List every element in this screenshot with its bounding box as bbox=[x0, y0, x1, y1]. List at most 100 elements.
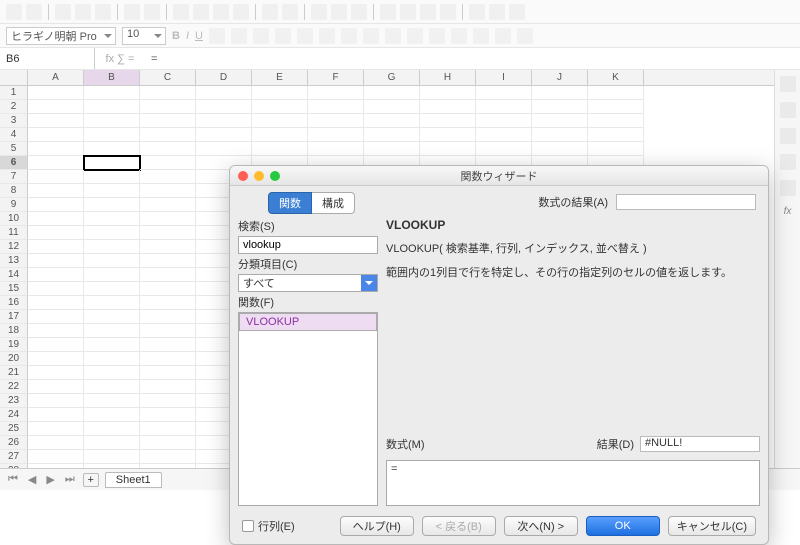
cell[interactable] bbox=[196, 86, 252, 100]
row-header[interactable]: 20 bbox=[0, 352, 28, 366]
row-header[interactable]: 11 bbox=[0, 226, 28, 240]
cell[interactable] bbox=[28, 450, 84, 464]
cell[interactable] bbox=[532, 128, 588, 142]
column-header[interactable]: G bbox=[364, 70, 420, 85]
cell[interactable] bbox=[84, 226, 140, 240]
toolbar-icon[interactable] bbox=[509, 4, 525, 20]
formula-icons[interactable]: fx ∑ = bbox=[95, 53, 145, 65]
cell[interactable] bbox=[28, 268, 84, 282]
cell[interactable] bbox=[140, 352, 196, 366]
row-header[interactable]: 14 bbox=[0, 268, 28, 282]
toolbar-icon[interactable] bbox=[440, 4, 456, 20]
cell[interactable] bbox=[196, 128, 252, 142]
array-checkbox[interactable]: 行列(E) bbox=[242, 518, 295, 534]
row-header[interactable]: 26 bbox=[0, 436, 28, 450]
format-icon[interactable] bbox=[407, 28, 423, 44]
cell[interactable] bbox=[84, 450, 140, 464]
search-input[interactable] bbox=[238, 236, 378, 254]
format-icon[interactable] bbox=[495, 28, 511, 44]
format-icon[interactable] bbox=[429, 28, 445, 44]
close-icon[interactable] bbox=[238, 171, 248, 181]
cell[interactable] bbox=[140, 464, 196, 468]
cell[interactable] bbox=[252, 128, 308, 142]
cell[interactable] bbox=[252, 114, 308, 128]
row-header[interactable]: 12 bbox=[0, 240, 28, 254]
cell[interactable] bbox=[140, 282, 196, 296]
row-header[interactable]: 18 bbox=[0, 324, 28, 338]
sidepanel-icon[interactable] bbox=[780, 180, 796, 196]
category-select[interactable]: すべて bbox=[238, 274, 378, 292]
cell[interactable] bbox=[84, 198, 140, 212]
column-header[interactable]: J bbox=[532, 70, 588, 85]
cell[interactable] bbox=[140, 436, 196, 450]
cell[interactable] bbox=[140, 100, 196, 114]
cell[interactable] bbox=[84, 352, 140, 366]
toolbar-icon[interactable] bbox=[233, 4, 249, 20]
row-header[interactable]: 21 bbox=[0, 366, 28, 380]
format-icon[interactable] bbox=[451, 28, 467, 44]
add-sheet-button[interactable]: + bbox=[83, 473, 99, 487]
toolbar-icon[interactable] bbox=[351, 4, 367, 20]
row-header[interactable]: 24 bbox=[0, 408, 28, 422]
row-header[interactable]: 8 bbox=[0, 184, 28, 198]
toolbar-icon[interactable] bbox=[213, 4, 229, 20]
cell[interactable] bbox=[588, 86, 644, 100]
select-all-corner[interactable] bbox=[0, 70, 28, 85]
cell[interactable] bbox=[140, 86, 196, 100]
cell[interactable] bbox=[252, 100, 308, 114]
cell[interactable] bbox=[140, 296, 196, 310]
cell[interactable] bbox=[84, 436, 140, 450]
cell[interactable] bbox=[420, 100, 476, 114]
cell[interactable] bbox=[588, 128, 644, 142]
minimize-icon[interactable] bbox=[254, 171, 264, 181]
cell[interactable] bbox=[28, 128, 84, 142]
cell[interactable] bbox=[308, 128, 364, 142]
sidepanel-icon[interactable] bbox=[780, 128, 796, 144]
cell[interactable] bbox=[364, 128, 420, 142]
cell[interactable] bbox=[84, 114, 140, 128]
toolbar-icon[interactable] bbox=[380, 4, 396, 20]
format-icon[interactable] bbox=[297, 28, 313, 44]
row-header[interactable]: 4 bbox=[0, 128, 28, 142]
row-header[interactable]: 10 bbox=[0, 212, 28, 226]
cell[interactable] bbox=[84, 366, 140, 380]
sidepanel-icon[interactable] bbox=[780, 154, 796, 170]
sheet-prev-icon[interactable]: ◀ bbox=[26, 473, 38, 486]
cell[interactable] bbox=[532, 142, 588, 156]
cell[interactable] bbox=[532, 114, 588, 128]
cell[interactable] bbox=[140, 254, 196, 268]
function-list[interactable]: VLOOKUP bbox=[238, 312, 378, 506]
cell[interactable] bbox=[84, 394, 140, 408]
row-header[interactable]: 17 bbox=[0, 310, 28, 324]
toolbar-icon[interactable] bbox=[26, 4, 42, 20]
cell[interactable] bbox=[588, 142, 644, 156]
fx-icon[interactable]: fx bbox=[784, 206, 792, 217]
row-header[interactable]: 19 bbox=[0, 338, 28, 352]
cell[interactable] bbox=[140, 142, 196, 156]
cell[interactable] bbox=[308, 142, 364, 156]
sheet-next-icon[interactable]: ▶ bbox=[44, 473, 56, 486]
column-header[interactable]: A bbox=[28, 70, 84, 85]
cell[interactable] bbox=[364, 100, 420, 114]
cell[interactable] bbox=[28, 170, 84, 184]
row-header[interactable]: 22 bbox=[0, 380, 28, 394]
cell[interactable] bbox=[84, 422, 140, 436]
format-icon[interactable] bbox=[385, 28, 401, 44]
cell[interactable] bbox=[28, 156, 84, 170]
dialog-titlebar[interactable]: 関数ウィザード bbox=[230, 166, 768, 186]
cell[interactable] bbox=[84, 408, 140, 422]
cell[interactable] bbox=[420, 128, 476, 142]
cell[interactable] bbox=[84, 338, 140, 352]
column-header[interactable]: F bbox=[308, 70, 364, 85]
column-header[interactable]: B bbox=[84, 70, 140, 85]
row-header[interactable]: 6 bbox=[0, 156, 28, 170]
cell[interactable] bbox=[140, 324, 196, 338]
cell[interactable] bbox=[140, 338, 196, 352]
cell[interactable] bbox=[140, 366, 196, 380]
format-icon[interactable] bbox=[231, 28, 247, 44]
cell[interactable] bbox=[28, 324, 84, 338]
cell[interactable] bbox=[140, 226, 196, 240]
cell[interactable] bbox=[308, 86, 364, 100]
row-header[interactable]: 27 bbox=[0, 450, 28, 464]
cell[interactable] bbox=[140, 450, 196, 464]
